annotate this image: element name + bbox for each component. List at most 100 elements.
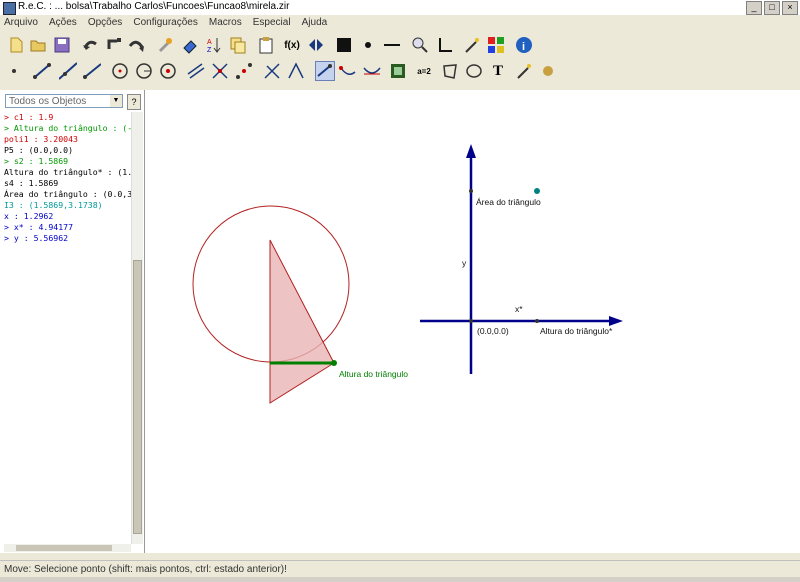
vertical-scrollbar[interactable] <box>131 112 143 544</box>
y-label: y <box>462 258 467 268</box>
intersection-tool-icon[interactable] <box>210 61 230 81</box>
black-square-icon[interactable] <box>334 35 354 55</box>
object-filter-value: Todos os Objetos <box>9 96 87 107</box>
locus-tool-icon[interactable] <box>338 61 358 81</box>
triangle-poly1[interactable] <box>269 239 335 404</box>
area-label: Área do triângulo <box>476 197 541 207</box>
object-list-item[interactable]: P5 : (0.0,0.0) <box>4 145 131 156</box>
object-panel: Todos os Objetos ▼ ? > c1 : 1.9 > Altura … <box>0 90 145 553</box>
line-tool-icon[interactable] <box>58 61 78 81</box>
svg-text:i: i <box>522 41 525 53</box>
sort-icon[interactable]: AZ <box>204 35 224 55</box>
copy-icon[interactable] <box>228 35 248 55</box>
circle-radius-tool-icon[interactable] <box>158 61 178 81</box>
maximize-button[interactable]: □ <box>764 1 780 15</box>
window-bottom-edge <box>0 577 800 582</box>
move-tool-icon[interactable] <box>315 61 335 81</box>
title-bar: R.e.C. : ... bolsa\Trabalho Carlos\Funco… <box>0 0 800 16</box>
geometry-drawing[interactable]: Altura do triângulo Área do triângulo y … <box>145 90 800 553</box>
area-axis-point[interactable] <box>469 189 473 193</box>
undo-point-icon[interactable] <box>104 35 124 55</box>
circle-tool-icon[interactable] <box>110 61 130 81</box>
zoom-icon[interactable] <box>410 35 430 55</box>
menu-arquivo[interactable]: Arquivo <box>0 15 42 31</box>
object-list-item[interactable]: Área do triângulo : (0.0,3 <box>4 189 131 200</box>
info-icon[interactable]: i <box>514 35 534 55</box>
chevron-down-icon[interactable]: ▼ <box>110 95 122 107</box>
wand-tool-icon[interactable] <box>514 61 534 81</box>
tools-toolbar: a=2 T <box>0 57 800 85</box>
main-toolbar: AZ f(x) i <box>0 31 800 59</box>
line-thickness-icon[interactable] <box>382 35 402 55</box>
scrollbar-thumb[interactable] <box>16 545 112 551</box>
undo-icon[interactable] <box>80 35 100 55</box>
ellipse-tool-icon[interactable] <box>464 61 484 81</box>
menu-especial[interactable]: Especial <box>249 15 295 31</box>
y-axis-arrow <box>466 144 476 158</box>
object-list-item[interactable]: > Altura do triângulo : (- <box>4 123 131 134</box>
app-icon <box>3 2 16 15</box>
minimize-button[interactable]: _ <box>746 1 762 15</box>
magic-wand-icon[interactable] <box>462 35 482 55</box>
menu-acoes[interactable]: Ações <box>45 15 81 31</box>
height-point[interactable] <box>331 360 337 366</box>
object-list-item[interactable]: I3 : (1.5869,3.1738) <box>4 200 131 211</box>
status-bar: Move: Selecione ponto (shift: mais ponto… <box>0 560 800 577</box>
object-list: > c1 : 1.9 > Altura do triângulo : (- poli… <box>4 112 131 542</box>
dot-icon[interactable] <box>358 35 378 55</box>
window-title: R.e.C. : ... bolsa\Trabalho Carlos\Funco… <box>18 1 290 12</box>
film-icon[interactable] <box>388 61 408 81</box>
menu-configuracoes[interactable]: Configurações <box>129 15 201 31</box>
drawing-canvas[interactable]: Altura do triângulo Área do triângulo y … <box>145 90 800 553</box>
ball-icon[interactable] <box>538 61 558 81</box>
svg-text:A: A <box>207 39 212 46</box>
midpoint-tool-icon[interactable] <box>234 61 254 81</box>
wrench-icon[interactable] <box>156 35 176 55</box>
object-list-item[interactable]: > c1 : 1.9 <box>4 112 131 123</box>
altura-star-point[interactable] <box>535 319 539 323</box>
redo-icon[interactable] <box>126 35 146 55</box>
trace-tool-icon[interactable] <box>362 61 382 81</box>
arrows-icon[interactable] <box>306 35 326 55</box>
object-list-item[interactable]: > y : 5.56962 <box>4 233 131 244</box>
scrollbar-thumb[interactable] <box>133 260 142 534</box>
open-folder-icon[interactable] <box>28 35 48 55</box>
function-icon[interactable]: f(x) <box>282 35 302 55</box>
palette-icon[interactable] <box>486 35 506 55</box>
menu-ajuda[interactable]: Ajuda <box>298 15 332 31</box>
axes-icon[interactable] <box>434 35 454 55</box>
x-axis-arrow <box>609 316 623 326</box>
xstar-label: x* <box>515 304 523 314</box>
point-tool-icon[interactable] <box>4 61 24 81</box>
altura-label: Altura do triângulo <box>339 369 408 379</box>
point-I3[interactable] <box>534 188 540 194</box>
object-list-item[interactable]: > s2 : 1.5869 <box>4 156 131 167</box>
help-button[interactable]: ? <box>127 94 141 110</box>
angle-tool-icon[interactable] <box>286 61 306 81</box>
perpendicular-tool-icon[interactable] <box>262 61 282 81</box>
origin-point[interactable] <box>469 319 473 323</box>
equation-icon[interactable]: a=2 <box>414 61 434 81</box>
save-icon[interactable] <box>52 35 72 55</box>
polygon-tool-icon[interactable] <box>440 61 460 81</box>
object-list-item[interactable]: s4 : 1.5869 <box>4 178 131 189</box>
menu-macros[interactable]: Macros <box>205 15 246 31</box>
ray-tool-icon[interactable] <box>82 61 102 81</box>
object-list-item[interactable]: x : 1.2962 <box>4 211 131 222</box>
object-list-item[interactable]: poli1 : 3.20043 <box>4 134 131 145</box>
menu-opcoes[interactable]: Opções <box>84 15 126 31</box>
object-list-item[interactable]: Altura do triângulo* : (1. <box>4 167 131 178</box>
new-file-icon[interactable] <box>6 35 26 55</box>
parallel-tool-icon[interactable] <box>186 61 206 81</box>
altura-star-label: Altura do triângulo* <box>540 326 613 336</box>
object-list-item[interactable]: > x* : 4.94177 <box>4 222 131 233</box>
close-button[interactable]: × <box>782 1 798 15</box>
menu-bar: Arquivo Ações Opções Configurações Macro… <box>0 15 800 31</box>
segment-tool-icon[interactable] <box>32 61 52 81</box>
clipboard-icon[interactable] <box>256 35 276 55</box>
object-filter-select[interactable]: Todos os Objetos ▼ <box>5 94 123 108</box>
circle-center-tool-icon[interactable] <box>134 61 154 81</box>
horizontal-scrollbar[interactable] <box>4 544 131 552</box>
eraser-icon[interactable] <box>180 35 200 55</box>
text-tool-icon[interactable]: T <box>488 61 508 81</box>
